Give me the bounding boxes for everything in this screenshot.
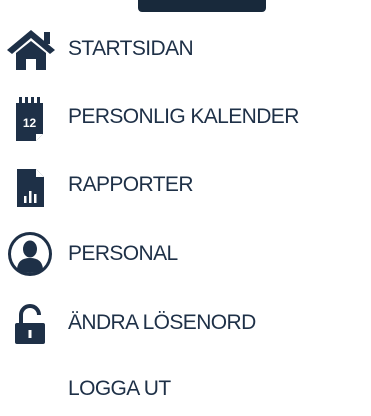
lock-icon: [6, 298, 60, 348]
menu-item-label: PERSONAL: [68, 242, 178, 265]
menu-item-label: STARTSIDAN: [68, 37, 194, 60]
menu-item-rapporter[interactable]: RAPPORTER: [0, 160, 371, 210]
menu-item-label: ÄNDRA LÖSENORD: [68, 311, 256, 334]
menu-item-label: PERSONLIG KALENDER: [68, 105, 299, 128]
menu-item-personlig-kalender[interactable]: 12 PERSONLIG KALENDER: [0, 92, 371, 142]
menu-item-label: RAPPORTER: [68, 173, 194, 196]
person-icon: [6, 229, 60, 279]
calendar-icon: 12: [6, 92, 60, 142]
home-icon: [6, 24, 60, 74]
menu-item-label: LOGGA UT: [68, 377, 171, 400]
sidebar-menu: STARTSIDAN 12 PERSONLIG KALENDER RAPPORT…: [0, 0, 371, 416]
report-icon: [6, 160, 60, 210]
menu-item-logga-ut[interactable]: LOGGA UT: [0, 364, 371, 414]
menu-item-startsidan[interactable]: STARTSIDAN: [0, 24, 371, 74]
header-edge: [138, 0, 266, 12]
menu-item-personal[interactable]: PERSONAL: [0, 229, 371, 279]
menu-item-andra-losenord[interactable]: ÄNDRA LÖSENORD: [0, 298, 371, 348]
calendar-day-number: 12: [23, 116, 37, 130]
